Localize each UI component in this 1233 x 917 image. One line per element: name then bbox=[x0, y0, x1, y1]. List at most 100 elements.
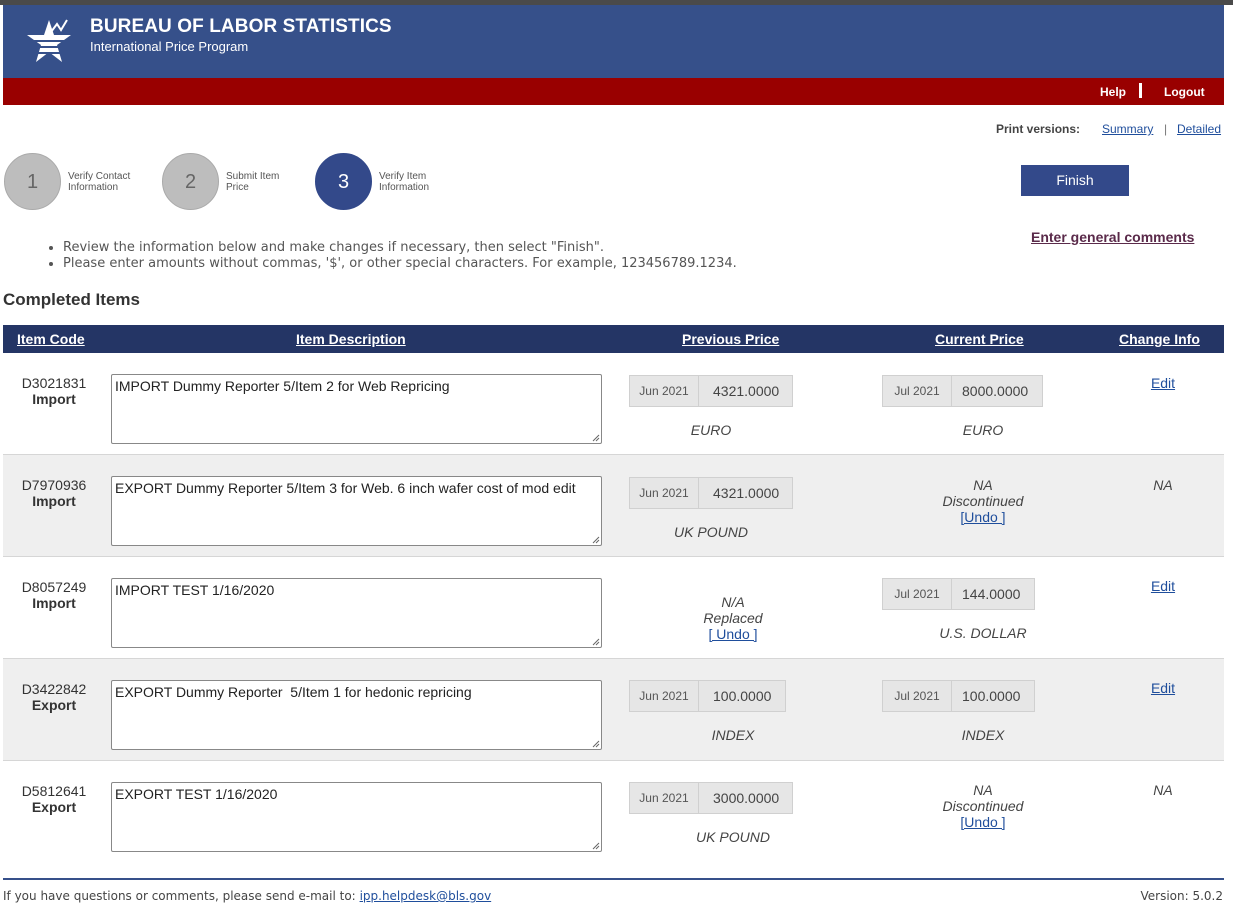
resize-grip-icon[interactable] bbox=[592, 740, 600, 748]
change-info: NA bbox=[1113, 782, 1213, 798]
item-code-value: D3422842 bbox=[21, 681, 87, 697]
item-code-value: D3021831 bbox=[21, 375, 87, 391]
item-code: D3021831 Import bbox=[3, 375, 105, 407]
current-currency: U.S. DOLLAR bbox=[939, 625, 1027, 641]
footer-divider bbox=[3, 878, 1224, 880]
agency-title: BUREAU OF LABOR STATISTICS bbox=[90, 16, 392, 37]
current-status: Discontinued bbox=[942, 798, 1024, 814]
resize-grip-icon[interactable] bbox=[592, 842, 600, 850]
item-description-text: EXPORT Dummy Reporter 5/Item 1 for hedon… bbox=[115, 684, 472, 700]
step-3-circle: 3 bbox=[315, 153, 372, 210]
item-code-value: D7970936 bbox=[21, 477, 87, 493]
help-link[interactable]: Help bbox=[1100, 85, 1126, 99]
previous-price-box: Jun 2021 100.0000 bbox=[629, 680, 786, 712]
footer-message: If you have questions or comments, pleas… bbox=[3, 889, 356, 903]
print-versions-label: Print versions: bbox=[996, 122, 1081, 136]
item-code-value: D5812641 bbox=[21, 783, 87, 799]
current-price-value: 144.0000 bbox=[962, 586, 1021, 602]
resize-grip-icon[interactable] bbox=[592, 536, 600, 544]
footer-text: If you have questions or comments, pleas… bbox=[3, 889, 491, 903]
current-na: NA bbox=[973, 477, 993, 493]
col-item-code[interactable]: Item Code bbox=[17, 331, 85, 347]
instruction-item: Review the information below and make ch… bbox=[63, 240, 737, 256]
previous-status: Replaced bbox=[703, 610, 763, 626]
finish-button[interactable]: Finish bbox=[1021, 165, 1129, 196]
item-code: D8057249 Import bbox=[3, 579, 105, 611]
current-currency: INDEX bbox=[961, 727, 1005, 743]
item-description-field[interactable]: EXPORT TEST 1/16/2020 bbox=[111, 782, 602, 852]
undo-link[interactable]: [Undo ] bbox=[960, 509, 1005, 525]
table-header: Item Code Item Description Previous Pric… bbox=[3, 325, 1224, 353]
current-price-status: NA Discontinued [Undo ] bbox=[882, 782, 1084, 830]
edit-link[interactable]: Edit bbox=[1151, 680, 1175, 696]
item-description-text: IMPORT TEST 1/16/2020 bbox=[115, 582, 275, 598]
previous-currency: UK POUND bbox=[674, 524, 748, 540]
col-current-price[interactable]: Current Price bbox=[935, 331, 1024, 347]
item-description-text: EXPORT TEST 1/16/2020 bbox=[115, 786, 278, 802]
previous-currency: UK POUND bbox=[696, 829, 770, 845]
instruction-item: Please enter amounts without commas, '$'… bbox=[63, 256, 737, 272]
undo-link[interactable]: [ Undo ] bbox=[708, 626, 757, 642]
table-row: D3021831 Import IMPORT Dummy Reporter 5/… bbox=[3, 353, 1224, 455]
previous-price-box: Jun 2021 3000.0000 bbox=[629, 782, 793, 814]
previous-price-month: Jun 2021 bbox=[630, 478, 699, 508]
previous-price-box: Jun 2021 4321.0000 bbox=[629, 375, 793, 407]
step-2-label: Submit Item Price bbox=[226, 171, 280, 193]
change-info: NA bbox=[1113, 477, 1213, 493]
current-currency: EURO bbox=[962, 422, 1004, 438]
edit-link[interactable]: Edit bbox=[1151, 375, 1175, 391]
detailed-link[interactable]: Detailed bbox=[1177, 122, 1221, 136]
general-comments-link[interactable]: Enter general comments bbox=[1031, 229, 1194, 245]
col-change-info[interactable]: Change Info bbox=[1119, 331, 1200, 347]
table-row: D5812641 Export EXPORT TEST 1/16/2020 Ju… bbox=[3, 761, 1224, 863]
table-row: D8057249 Import IMPORT TEST 1/16/2020 N/… bbox=[3, 557, 1224, 659]
instructions-list: Review the information below and make ch… bbox=[46, 240, 737, 272]
previous-price-value: 4321.0000 bbox=[713, 485, 780, 501]
previous-price-month: Jun 2021 bbox=[630, 783, 699, 813]
item-type: Export bbox=[31, 799, 77, 815]
edit-link[interactable]: Edit bbox=[1151, 578, 1175, 594]
item-description-field[interactable]: EXPORT Dummy Reporter 5/Item 1 for hedon… bbox=[111, 680, 602, 750]
item-description-field[interactable]: IMPORT TEST 1/16/2020 bbox=[111, 578, 602, 648]
item-type: Import bbox=[32, 595, 76, 611]
previous-price-value: 3000.0000 bbox=[713, 790, 780, 806]
resize-grip-icon[interactable] bbox=[592, 434, 600, 442]
current-price-month: Jul 2021 bbox=[883, 579, 952, 609]
change-na: NA bbox=[1153, 477, 1173, 493]
item-description-field[interactable]: EXPORT Dummy Reporter 5/Item 3 for Web. … bbox=[111, 476, 602, 546]
resize-grip-icon[interactable] bbox=[592, 638, 600, 646]
current-price-box: Jul 2021 8000.0000 bbox=[882, 375, 1043, 407]
current-price-box: Jul 2021 144.0000 bbox=[882, 578, 1035, 610]
helpdesk-email-link[interactable]: ipp.helpdesk@bls.gov bbox=[360, 889, 492, 903]
summary-link[interactable]: Summary bbox=[1102, 122, 1153, 136]
change-info: Edit bbox=[1113, 375, 1213, 391]
nav-bar: Help Logout bbox=[3, 78, 1224, 105]
change-info: Edit bbox=[1113, 680, 1213, 696]
previous-price-month: Jun 2021 bbox=[630, 681, 699, 711]
current-price-box: Jul 2021 100.0000 bbox=[882, 680, 1035, 712]
item-code: D5812641 Export bbox=[3, 783, 105, 815]
previous-currency: INDEX bbox=[711, 727, 755, 743]
item-type: Import bbox=[32, 493, 76, 509]
undo-link[interactable]: [Undo ] bbox=[960, 814, 1005, 830]
current-price-month: Jul 2021 bbox=[883, 376, 952, 406]
program-subtitle: International Price Program bbox=[90, 39, 249, 54]
col-previous-price[interactable]: Previous Price bbox=[682, 331, 779, 347]
col-item-description[interactable]: Item Description bbox=[296, 331, 406, 347]
logout-link[interactable]: Logout bbox=[1164, 85, 1205, 99]
previous-price-status: N/A Replaced [ Undo ] bbox=[629, 594, 837, 642]
previous-price-month: Jun 2021 bbox=[630, 376, 699, 406]
previous-price-box: Jun 2021 4321.0000 bbox=[629, 477, 793, 509]
item-description-field[interactable]: IMPORT Dummy Reporter 5/Item 2 for Web R… bbox=[111, 374, 602, 444]
section-title: Completed Items bbox=[3, 290, 140, 309]
step-1-label: Verify Contact Information bbox=[68, 171, 131, 193]
previous-price-value: 4321.0000 bbox=[713, 383, 780, 399]
table-row: D3422842 Export EXPORT Dummy Reporter 5/… bbox=[3, 659, 1224, 761]
step-1-circle: 1 bbox=[4, 153, 61, 210]
current-price-value: 8000.0000 bbox=[962, 383, 1029, 399]
nav-separator bbox=[1139, 83, 1142, 98]
step-3-label: Verify Item Information bbox=[379, 171, 430, 193]
previous-na: N/A bbox=[721, 594, 745, 610]
item-type: Export bbox=[31, 697, 77, 713]
previous-price-value: 100.0000 bbox=[713, 688, 772, 704]
